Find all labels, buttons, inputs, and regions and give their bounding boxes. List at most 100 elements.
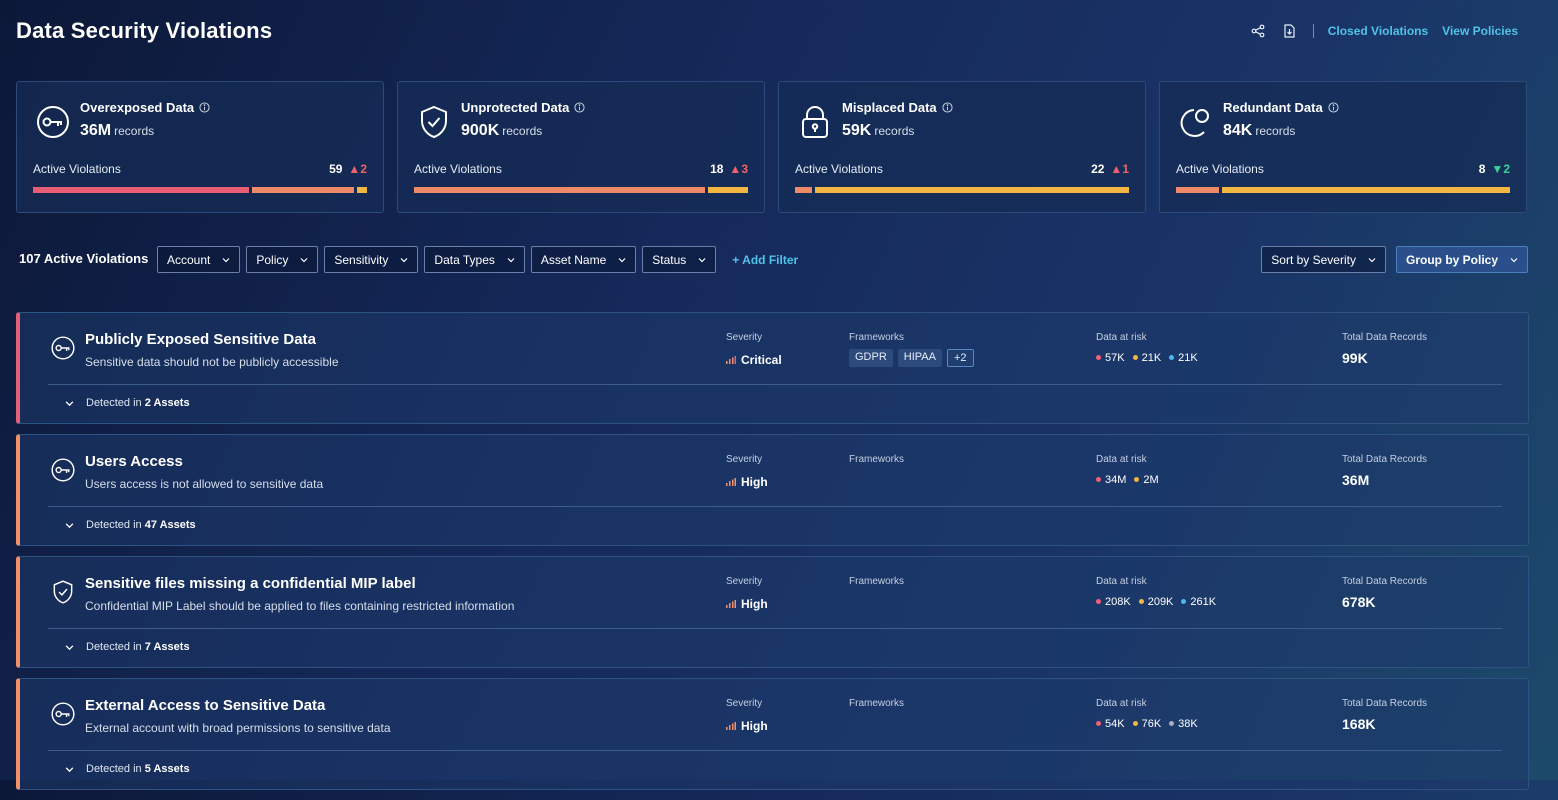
severity-value: Critical	[726, 353, 782, 367]
share-icon[interactable]	[1249, 22, 1267, 40]
risk-value: 76K	[1132, 718, 1161, 730]
severity-value: High	[726, 719, 768, 733]
severity-bar	[33, 187, 368, 193]
shield-check-icon	[416, 104, 452, 140]
summary-card[interactable]: Overexposed Data 36M records Active Viola…	[16, 81, 384, 213]
add-filter-button[interactable]: + Add Filter	[732, 253, 798, 267]
filter-label: Asset Name	[540, 252, 607, 267]
filter-dropdown-account[interactable]: Account	[157, 246, 241, 273]
data-at-risk-values: 57K 21K 21K	[1096, 352, 1198, 364]
filter-dropdown-data-types[interactable]: Data Types	[424, 246, 525, 273]
detected-assets-toggle[interactable]: Detected in 2 Assets	[65, 397, 190, 409]
detected-assets-count: 47 Assets	[144, 519, 196, 531]
info-icon[interactable]	[942, 102, 953, 113]
sort-dropdown[interactable]: Sort by Severity	[1261, 246, 1386, 273]
trend-up-icon: ▲	[729, 162, 742, 176]
total-records-value: 168K	[1342, 716, 1376, 732]
risk-value: 54K	[1096, 718, 1125, 730]
trend-value: 2	[1503, 162, 1510, 176]
severity-bar	[414, 187, 748, 193]
data-at-risk-label: Data at risk	[1096, 454, 1147, 465]
key-icon	[35, 104, 71, 140]
chevron-down-icon	[65, 766, 74, 772]
data-at-risk-label: Data at risk	[1096, 332, 1147, 343]
summary-card[interactable]: Redundant Data 84K records Active Violati…	[1159, 81, 1527, 213]
risk-dot	[1138, 598, 1144, 604]
risk-value-text: 261K	[1190, 596, 1217, 608]
header-actions: Closed Violations View Policies	[1249, 22, 1518, 40]
violation-title[interactable]: Publicly Exposed Sensitive Data	[85, 331, 316, 348]
violation-title[interactable]: Users Access	[85, 453, 183, 470]
filter-dropdown-asset-name[interactable]: Asset Name	[530, 246, 637, 273]
trend-badge: ▲1	[1110, 162, 1129, 176]
summary-card[interactable]: Misplaced Data 59K records Active Violati…	[778, 81, 1146, 213]
violation-row[interactable]: Publicly Exposed Sensitive Data Sensitiv…	[16, 312, 1529, 424]
trend-value: 3	[741, 162, 748, 176]
card-value: 900K records	[461, 122, 542, 140]
card-value: 59K records	[842, 122, 914, 140]
frameworks-label: Frameworks	[849, 698, 905, 709]
row-divider	[48, 750, 1502, 751]
filter-dropdown-policy[interactable]: Policy	[246, 246, 319, 273]
page-header: Data Security Violations Closed Violatio…	[16, 16, 1528, 48]
risk-value-text: 57K	[1105, 352, 1125, 364]
violation-row[interactable]: External Access to Sensitive Data Extern…	[16, 678, 1529, 790]
card-count-value: 18	[710, 162, 724, 176]
trend-value: 1	[1122, 162, 1129, 176]
filter-label: Sensitivity	[334, 252, 389, 267]
card-title-text: Overexposed Data	[80, 100, 195, 115]
violation-description: Sensitive data should not be publicly ac…	[85, 355, 339, 369]
card-active-label: Active Violations	[1176, 162, 1264, 176]
card-count: 18 ▲3	[710, 162, 748, 176]
chevron-down-icon	[222, 257, 230, 262]
risk-value: 57K	[1096, 352, 1125, 364]
detected-assets-count: 5 Assets	[144, 763, 190, 775]
severity-label: Severity	[726, 576, 763, 587]
chevron-down-icon	[65, 400, 74, 406]
chevron-down-icon	[1368, 257, 1376, 262]
violation-row[interactable]: Users Access Users access is not allowed…	[16, 434, 1529, 546]
view-policies-link[interactable]: View Policies	[1442, 24, 1518, 38]
detected-assets-toggle[interactable]: Detected in 7 Assets	[65, 641, 190, 653]
risk-value: 209K	[1138, 596, 1173, 608]
detected-prefix: Detected in	[86, 641, 142, 653]
trend-down-icon: ▼	[1491, 162, 1504, 176]
framework-tag[interactable]: +2	[946, 349, 974, 367]
detected-assets-toggle[interactable]: Detected in 47 Assets	[65, 519, 196, 531]
total-records-value: 36M	[1342, 472, 1370, 488]
risk-value-text: 2M	[1143, 474, 1159, 486]
severity-label: Severity	[726, 332, 763, 343]
group-dropdown[interactable]: Group by Policy	[1395, 246, 1528, 273]
violation-title[interactable]: Sensitive files missing a confidential M…	[85, 575, 416, 592]
filter-dropdown-sensitivity[interactable]: Sensitivity	[324, 246, 419, 273]
violation-title[interactable]: External Access to Sensitive Data	[85, 697, 325, 714]
chevron-down-icon	[698, 257, 706, 262]
export-icon[interactable]	[1281, 22, 1299, 40]
severity-bar	[795, 187, 1129, 193]
info-icon[interactable]	[1328, 102, 1339, 113]
card-active-label: Active Violations	[414, 162, 502, 176]
data-at-risk-values: 54K 76K 38K	[1096, 718, 1198, 730]
sort-group: Sort by Severity Group by Policy	[1261, 246, 1528, 273]
risk-dot	[1169, 354, 1175, 360]
filter-label: Data Types	[434, 252, 495, 267]
detected-assets-text: Detected in 5 Assets	[86, 763, 190, 775]
detected-assets-toggle[interactable]: Detected in 5 Assets	[65, 763, 190, 775]
detected-assets-text: Detected in 2 Assets	[86, 397, 190, 409]
severity-label: Severity	[726, 454, 763, 465]
total-records-label: Total Data Records	[1342, 576, 1428, 587]
data-at-risk-values: 208K 209K 261K	[1096, 596, 1216, 608]
info-icon[interactable]	[199, 102, 210, 113]
summary-card[interactable]: Unprotected Data 900K records Active Viol…	[397, 81, 765, 213]
card-count-value: 22	[1091, 162, 1105, 176]
severity-label: Severity	[726, 698, 763, 709]
trend-up-icon: ▲	[1110, 162, 1123, 176]
violation-row[interactable]: Sensitive files missing a confidential M…	[16, 556, 1529, 668]
total-records-label: Total Data Records	[1342, 698, 1428, 709]
violation-list: Publicly Exposed Sensitive Data Sensitiv…	[16, 312, 1529, 800]
closed-violations-link[interactable]: Closed Violations	[1328, 24, 1428, 38]
filter-dropdown-status[interactable]: Status	[642, 246, 717, 273]
card-title: Redundant Data	[1223, 100, 1339, 115]
info-icon[interactable]	[574, 102, 585, 113]
lock-icon	[797, 104, 833, 140]
